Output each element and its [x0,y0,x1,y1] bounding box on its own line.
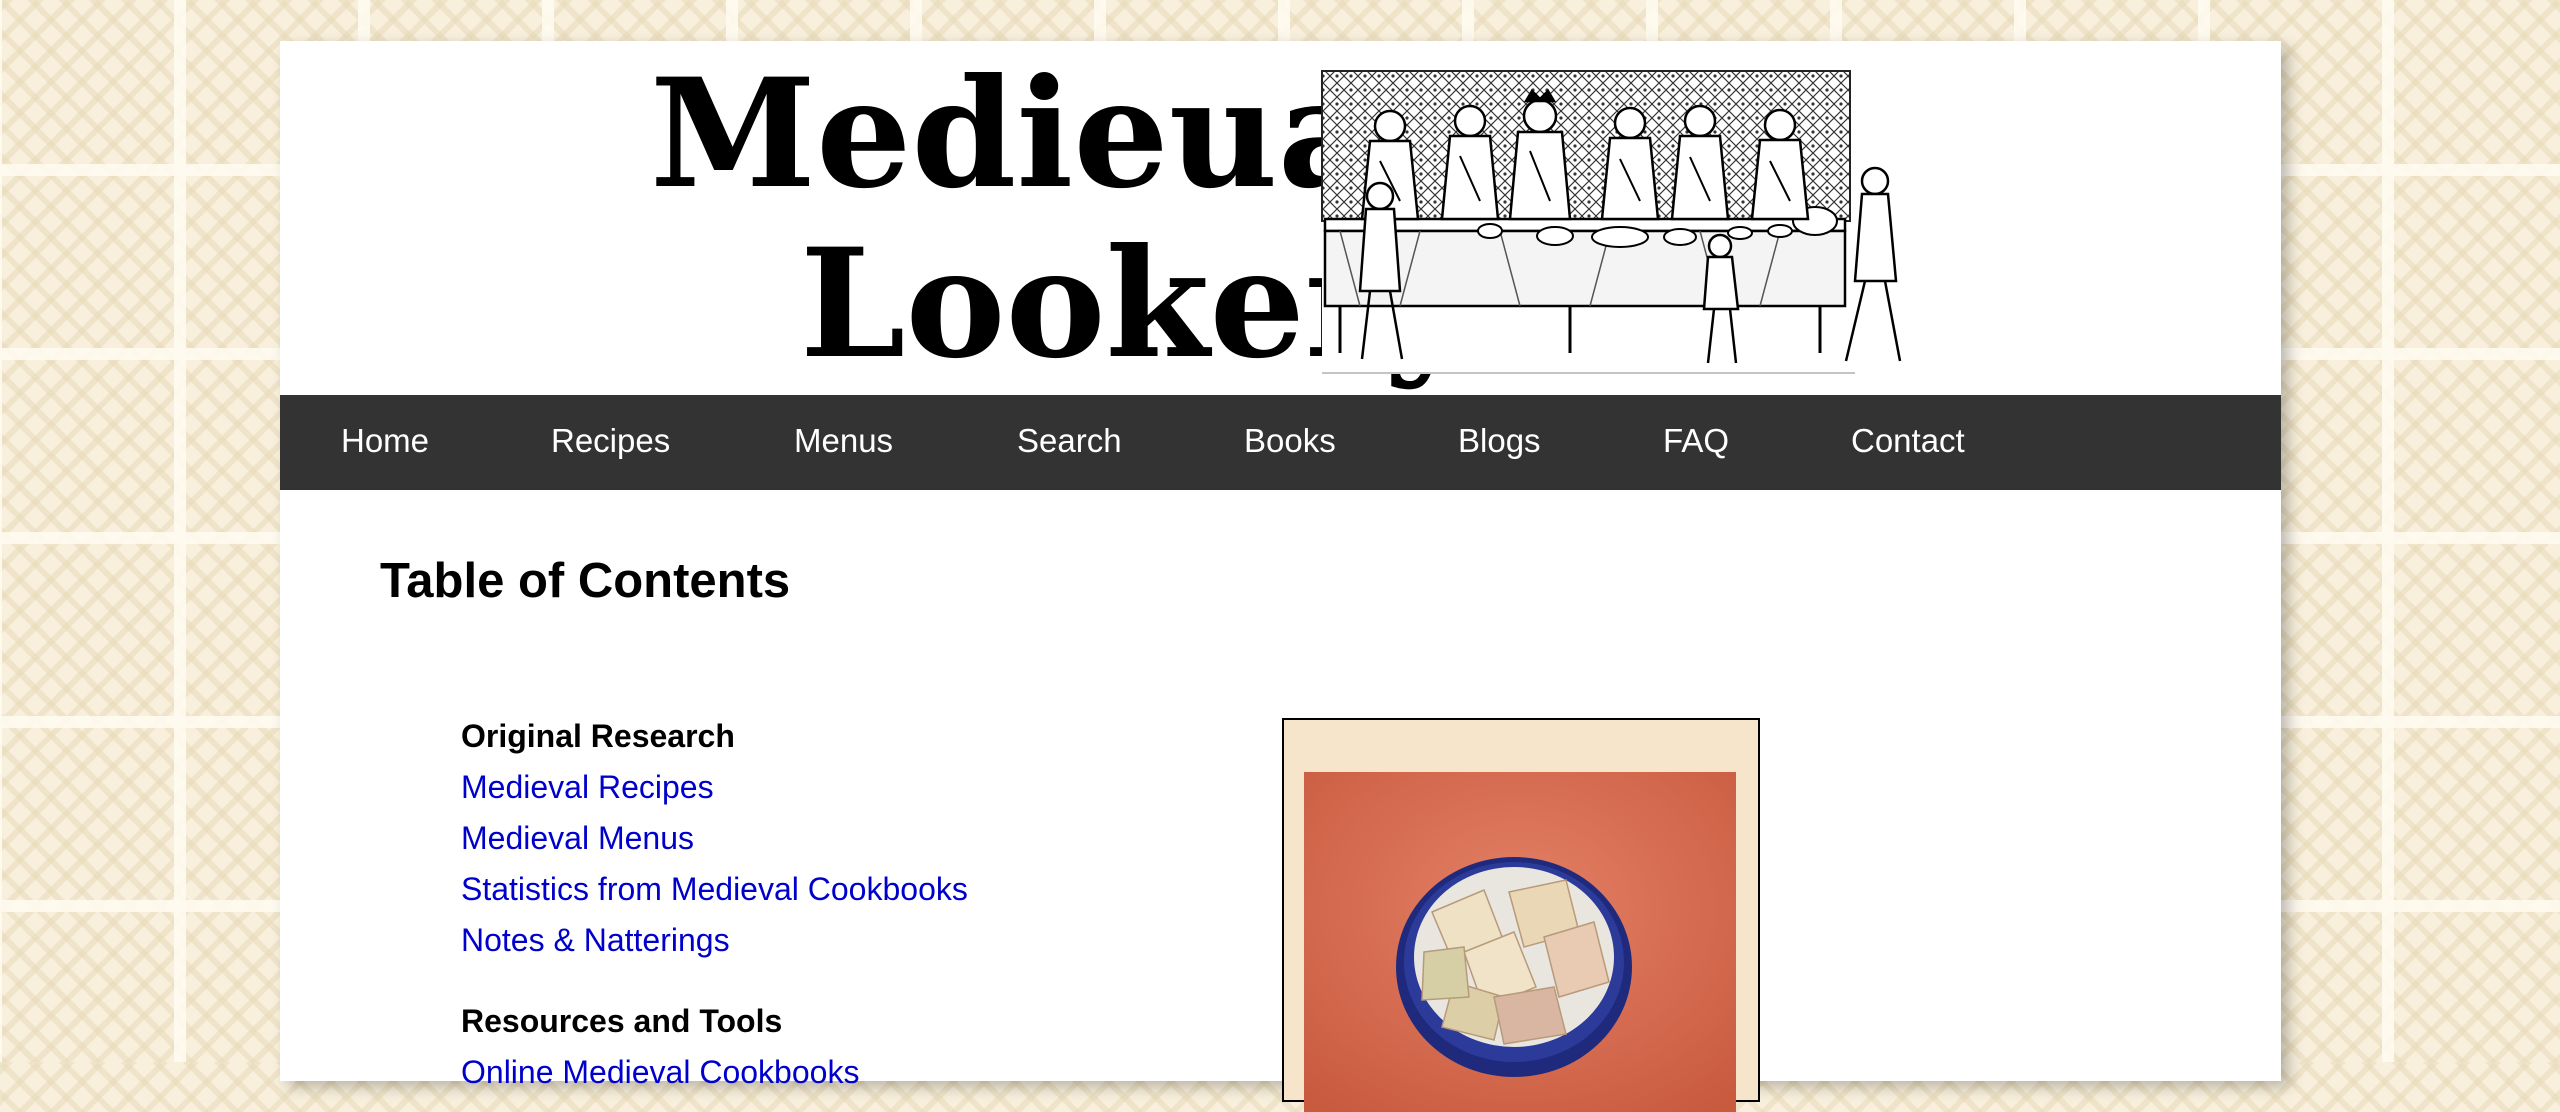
nav-contact[interactable]: Contact [1851,422,1965,460]
link-statistics[interactable]: Statistics from Medieval Cookbooks [461,871,968,908]
banner-graphic: Medieual Lookery [650,46,1902,392]
featured-photo-frame [1282,718,1760,1112]
nav-home[interactable]: Home [341,422,429,460]
logo-line-1: Medieual [650,46,1432,222]
site-banner[interactable]: Medieual Lookery [280,41,2281,395]
feast-illustration [1321,69,1902,374]
section-heading-resources-tools: Resources and Tools [461,1003,783,1039]
page-title: Table of Contents [380,554,791,608]
section-heading-original-research: Original Research [461,718,735,754]
nav-menus[interactable]: Menus [794,422,893,460]
page-container: Medieual Lookery Home Recipes Menus Sear… [280,41,2281,1112]
link-online-cookbooks[interactable]: Online Medieval Cookbooks [461,1054,859,1091]
link-notes-natterings[interactable]: Notes & Natterings [461,922,730,959]
main-nav: Home Recipes Menus Search Books Blogs FA… [280,395,2281,490]
link-medieval-recipes[interactable]: Medieval Recipes [461,769,714,806]
nav-books[interactable]: Books [1244,422,1336,460]
nav-faq[interactable]: FAQ [1663,422,1729,460]
featured-photo[interactable] [1304,772,1736,1112]
link-medieval-menus[interactable]: Medieval Menus [461,820,694,857]
nav-search[interactable]: Search [1017,422,1122,460]
nav-blogs[interactable]: Blogs [1458,422,1541,460]
nav-recipes[interactable]: Recipes [551,422,670,460]
photo-bowl-of-wafers [1304,772,1736,1112]
